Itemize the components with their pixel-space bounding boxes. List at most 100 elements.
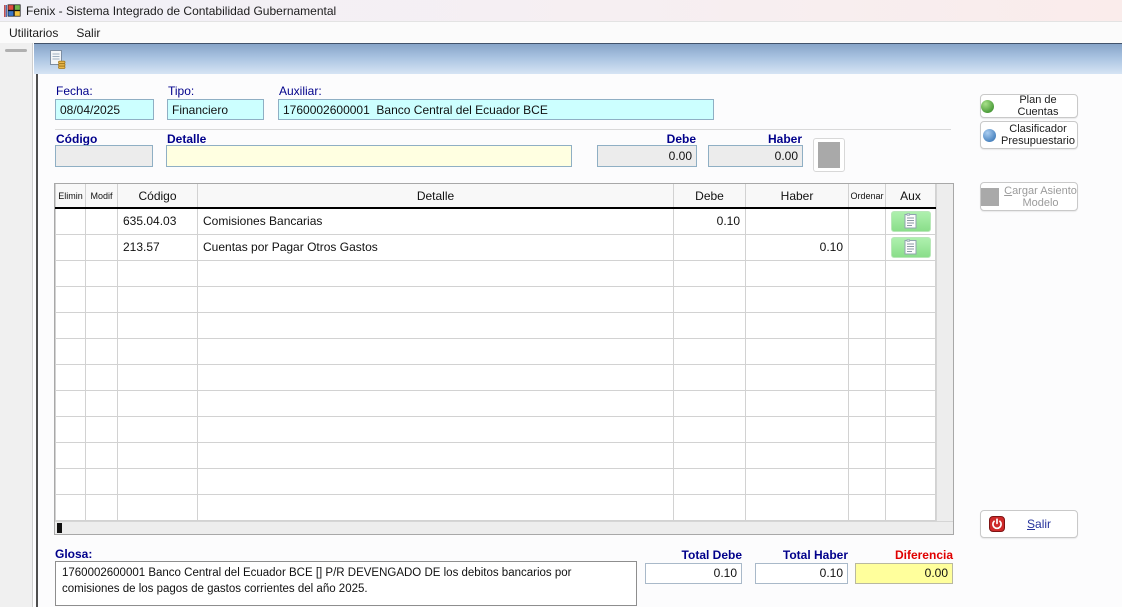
salir-button[interactable]: Salir bbox=[980, 510, 1078, 538]
cell-elimin[interactable] bbox=[56, 260, 86, 286]
cell-elimin[interactable] bbox=[56, 442, 86, 468]
table-empty-row bbox=[56, 312, 936, 338]
cell-elimin[interactable] bbox=[56, 494, 86, 520]
cell-elimin[interactable] bbox=[56, 364, 86, 390]
debe-entry-label: Debe bbox=[634, 132, 696, 146]
cell-debe bbox=[674, 260, 746, 286]
cell-ordenar[interactable] bbox=[849, 286, 886, 312]
cell-aux bbox=[886, 260, 936, 286]
total-haber-label: Total Haber bbox=[755, 548, 848, 562]
cell-aux bbox=[886, 390, 936, 416]
cell-modif[interactable] bbox=[86, 234, 118, 260]
cell-debe bbox=[674, 364, 746, 390]
cell-aux bbox=[886, 442, 936, 468]
cell-detalle: Cuentas por Pagar Otros Gastos bbox=[198, 234, 674, 260]
table-empty-row bbox=[56, 338, 936, 364]
cell-modif[interactable] bbox=[86, 338, 118, 364]
cell-modif[interactable] bbox=[86, 208, 118, 234]
table-empty-row bbox=[56, 286, 936, 312]
col-header-modif: Modif bbox=[86, 184, 118, 208]
plan-de-cuentas-label: Plan de Cuentas bbox=[999, 94, 1077, 118]
tipo-input[interactable] bbox=[167, 99, 264, 120]
table-empty-row bbox=[56, 364, 936, 390]
cell-elimin[interactable] bbox=[56, 416, 86, 442]
diferencia-label: Diferencia bbox=[855, 548, 953, 562]
cell-modif[interactable] bbox=[86, 468, 118, 494]
cell-codigo bbox=[118, 494, 198, 520]
cell-modif[interactable] bbox=[86, 364, 118, 390]
panel-splitter-handle[interactable] bbox=[5, 49, 27, 52]
cell-modif[interactable] bbox=[86, 312, 118, 338]
add-entry-button[interactable] bbox=[813, 138, 845, 172]
cell-ordenar[interactable] bbox=[849, 234, 886, 260]
clasificador-presupuestario-button[interactable]: Clasificador Presupuestario bbox=[980, 121, 1078, 149]
entries-table: Elimin Modif Código Detalle Debe Haber O… bbox=[55, 184, 936, 521]
cell-haber bbox=[746, 390, 849, 416]
haber-entry-label: Haber bbox=[740, 132, 802, 146]
blue-sphere-icon bbox=[983, 129, 996, 142]
cell-codigo bbox=[118, 364, 198, 390]
notepad-icon bbox=[904, 239, 917, 255]
cell-debe bbox=[674, 442, 746, 468]
cell-debe: 0.10 bbox=[674, 208, 746, 234]
power-icon bbox=[989, 516, 1005, 532]
auxiliar-label: Auxiliar: bbox=[279, 84, 322, 98]
menu-salir[interactable]: Salir bbox=[67, 24, 109, 42]
codigo-entry-label: Código bbox=[56, 132, 97, 146]
menu-utilitarios[interactable]: Utilitarios bbox=[0, 24, 67, 42]
cell-debe bbox=[674, 390, 746, 416]
cell-debe bbox=[674, 312, 746, 338]
cell-ordenar[interactable] bbox=[849, 494, 886, 520]
cell-elimin[interactable] bbox=[56, 208, 86, 234]
cell-elimin[interactable] bbox=[56, 286, 86, 312]
col-header-debe: Debe bbox=[674, 184, 746, 208]
cell-elimin[interactable] bbox=[56, 468, 86, 494]
cell-codigo bbox=[118, 286, 198, 312]
title-bar: Fenix - Sistema Integrado de Contabilida… bbox=[0, 0, 1122, 22]
cell-modif[interactable] bbox=[86, 390, 118, 416]
cell-modif[interactable] bbox=[86, 416, 118, 442]
cell-elimin[interactable] bbox=[56, 390, 86, 416]
cell-ordenar[interactable] bbox=[849, 260, 886, 286]
cell-debe bbox=[674, 234, 746, 260]
debe-entry-input[interactable] bbox=[597, 145, 697, 167]
cargar-asiento-modelo-button[interactable]: Cargar Asiento Modelo bbox=[980, 182, 1078, 211]
cell-elimin[interactable] bbox=[56, 234, 86, 260]
new-entry-document-icon[interactable] bbox=[47, 49, 68, 70]
scrollbar-thumb[interactable] bbox=[57, 523, 62, 533]
aux-detail-button[interactable] bbox=[891, 237, 931, 258]
grid-vertical-scrollbar[interactable] bbox=[936, 184, 953, 521]
auxiliar-input[interactable] bbox=[278, 99, 714, 120]
cell-haber bbox=[746, 312, 849, 338]
cell-ordenar[interactable] bbox=[849, 468, 886, 494]
cell-ordenar[interactable] bbox=[849, 312, 886, 338]
cell-ordenar[interactable] bbox=[849, 338, 886, 364]
cell-ordenar[interactable] bbox=[849, 442, 886, 468]
cell-ordenar[interactable] bbox=[849, 364, 886, 390]
codigo-entry-input[interactable] bbox=[55, 145, 153, 167]
cell-codigo bbox=[118, 468, 198, 494]
cell-ordenar[interactable] bbox=[849, 390, 886, 416]
aux-detail-button[interactable] bbox=[891, 211, 931, 232]
main-panel: Fecha: Tipo: Auxiliar: Plan de Cuentas C… bbox=[34, 43, 1122, 607]
haber-entry-input[interactable] bbox=[708, 145, 803, 167]
cell-debe bbox=[674, 338, 746, 364]
cell-modif[interactable] bbox=[86, 286, 118, 312]
cell-ordenar[interactable] bbox=[849, 416, 886, 442]
cell-haber bbox=[746, 442, 849, 468]
total-haber-value: 0.10 bbox=[755, 563, 848, 584]
cell-ordenar[interactable] bbox=[849, 208, 886, 234]
grid-horizontal-scrollbar[interactable] bbox=[55, 521, 953, 534]
cell-modif[interactable] bbox=[86, 442, 118, 468]
cell-elimin[interactable] bbox=[56, 312, 86, 338]
cell-elimin[interactable] bbox=[56, 338, 86, 364]
cell-modif[interactable] bbox=[86, 260, 118, 286]
detalle-entry-input[interactable] bbox=[166, 145, 572, 167]
cell-modif[interactable] bbox=[86, 494, 118, 520]
cell-codigo bbox=[118, 390, 198, 416]
cell-aux bbox=[886, 494, 936, 520]
cell-haber bbox=[746, 208, 849, 234]
fecha-input[interactable] bbox=[55, 99, 154, 120]
glosa-textarea[interactable]: 1760002600001 Banco Central del Ecuador … bbox=[55, 561, 637, 606]
plan-de-cuentas-button[interactable]: Plan de Cuentas bbox=[980, 94, 1078, 118]
